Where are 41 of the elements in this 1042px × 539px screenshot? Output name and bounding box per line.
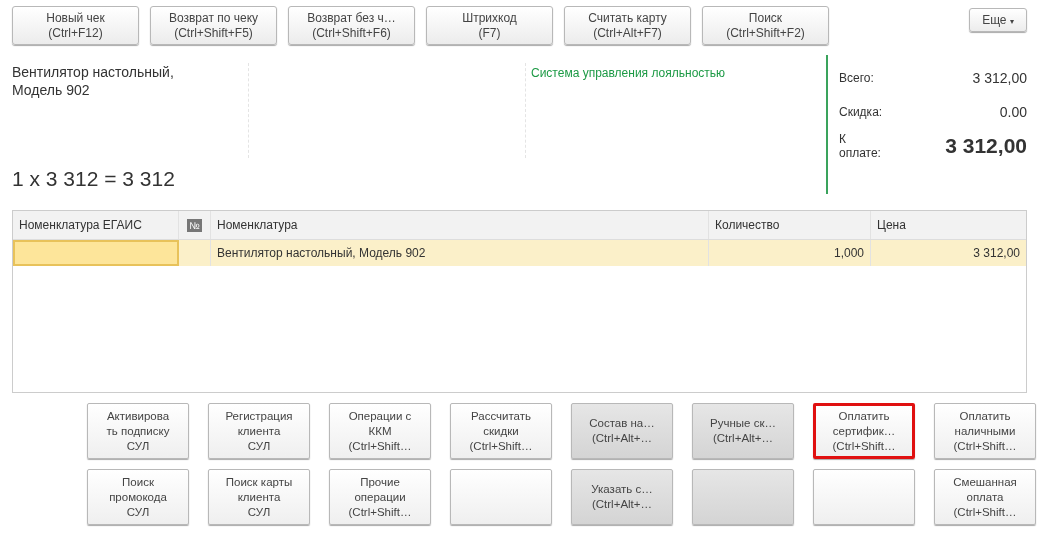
table-cell: Вентилятор настольный, Модель 902 [217, 246, 426, 260]
action-button[interactable]: Указать с… (Ctrl+Alt+… [571, 469, 673, 525]
more-button[interactable]: Еще ▾ [969, 8, 1027, 32]
toolbar-button[interactable]: Штрихкод (F7) [426, 6, 553, 45]
toolbar-button[interactable]: Поиск (Ctrl+Shift+F2) [702, 6, 829, 45]
total-label: К оплате: [839, 132, 879, 160]
number-icon: № [187, 218, 202, 232]
action-button[interactable] [450, 469, 552, 525]
item-name: Вентилятор настольный, Модель 902 [12, 63, 175, 99]
action-button[interactable]: Оплатить сертифик… (Ctrl+Shift… [813, 403, 915, 459]
toolbar-button[interactable]: Возврат по чеку (Ctrl+Shift+F5) [150, 6, 277, 45]
action-button[interactable]: Регистрация клиента СУЛ [208, 403, 310, 459]
action-button[interactable] [692, 469, 794, 525]
action-button[interactable]: Оплатить наличными (Ctrl+Shift… [934, 403, 1036, 459]
action-button[interactable]: Поиск карты клиента СУЛ [208, 469, 310, 525]
column-header[interactable]: Номенклатура ЕГАИС [19, 218, 142, 232]
total-value: 0.00 [999, 104, 1027, 120]
column-header[interactable]: Номенклатура [217, 218, 298, 232]
action-button[interactable]: Поиск промокода СУЛ [87, 469, 189, 525]
table-row[interactable]: Вентилятор настольный, Модель 902 1,000 3 312,00 [13, 240, 1026, 266]
table-cell: 1,000 [833, 246, 864, 260]
action-button[interactable]: Прочие операции (Ctrl+Shift… [329, 469, 431, 525]
action-button[interactable]: Смешанная оплата (Ctrl+Shift… [934, 469, 1036, 525]
total-value: 3 312,00 [945, 134, 1027, 158]
action-button[interactable]: Рассчитать скидки (Ctrl+Shift… [450, 403, 552, 459]
action-button[interactable]: Ручные ск… (Ctrl+Alt+… [692, 403, 794, 459]
toolbar-button[interactable]: Считать карту (Ctrl+Alt+F7) [564, 6, 691, 45]
column-header[interactable]: Цена [877, 218, 906, 232]
total-value: 3 312,00 [972, 70, 1027, 86]
action-button[interactable]: Операции с ККМ (Ctrl+Shift… [329, 403, 431, 459]
loyalty-link[interactable]: Система управления лояльностью [531, 66, 726, 80]
calculation-text: 1 x 3 312 = 3 312 [12, 167, 176, 191]
toolbar-button[interactable]: Новый чек (Ctrl+F12) [12, 6, 139, 45]
total-label: Скидка: [839, 105, 883, 119]
action-button[interactable]: Состав на… (Ctrl+Alt+… [571, 403, 673, 459]
action-button[interactable] [813, 469, 915, 525]
toolbar-button[interactable]: Возврат без ч… (Ctrl+Shift+F6) [288, 6, 415, 45]
total-label: Всего: [839, 71, 874, 85]
column-header[interactable]: Количество [715, 218, 780, 232]
action-button[interactable]: Активирова ть подписку СУЛ [87, 403, 189, 459]
table-cell: 3 312,00 [973, 246, 1020, 260]
